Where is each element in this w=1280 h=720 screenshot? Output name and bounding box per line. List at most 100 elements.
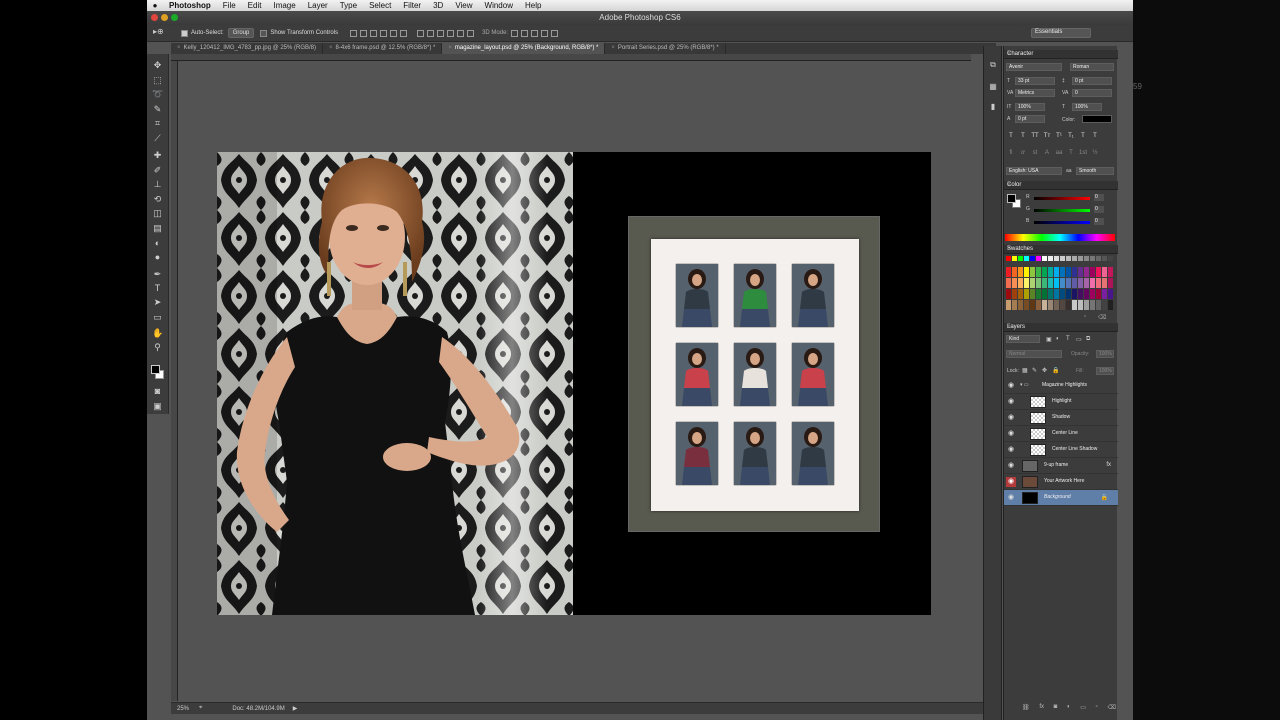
color-swatch[interactable]: [1036, 256, 1041, 261]
color-swatch[interactable]: [1042, 289, 1047, 299]
kerning-input[interactable]: Metrics: [1015, 89, 1055, 97]
color-swatch[interactable]: [1042, 256, 1047, 261]
filter-pixel-icon[interactable]: ▣: [1046, 336, 1052, 343]
swatches-panel-tab[interactable]: Swatches ≡: [1004, 245, 1118, 254]
clone-stamp-tool-icon[interactable]: ⊥: [152, 179, 163, 190]
small-caps-icon[interactable]: Tт: [1042, 133, 1052, 142]
align-bottom-icon[interactable]: [370, 29, 378, 37]
type-tool-icon[interactable]: T: [152, 283, 163, 294]
color-swatch[interactable]: [1084, 256, 1089, 261]
filter-smart-object-icon[interactable]: ⧉: [1086, 336, 1090, 343]
screen-mode-icon[interactable]: ▣: [152, 401, 163, 412]
layer-filter-kind-select[interactable]: Kind: [1006, 335, 1040, 343]
menu-photoshop[interactable]: Photoshop: [163, 1, 217, 10]
alternates-icon[interactable]: A: [1042, 150, 1052, 159]
menu-image[interactable]: Image: [267, 1, 301, 10]
color-swatch[interactable]: [1102, 267, 1107, 277]
horizontal-ruler[interactable]: [171, 54, 971, 61]
color-swatch[interactable]: [1036, 267, 1041, 277]
crop-tool-icon[interactable]: ⌗: [152, 118, 163, 129]
document-canvas[interactable]: [217, 152, 931, 615]
hand-tool-icon[interactable]: ✋: [152, 328, 163, 339]
color-swatch[interactable]: [1096, 300, 1101, 310]
color-swatch[interactable]: [1006, 267, 1011, 277]
baseline-shift-input[interactable]: 0 pt: [1015, 115, 1045, 123]
color-swatch[interactable]: [1078, 289, 1083, 299]
color-swatch[interactable]: [1108, 256, 1113, 261]
tab-frame[interactable]: × 8-4x6 frame.psd @ 12.5% (RGB/8*) *: [323, 43, 443, 54]
color-swatch[interactable]: [1036, 278, 1041, 288]
lasso-tool-icon[interactable]: ➰: [152, 89, 163, 100]
marquee-tool-icon[interactable]: ⬚: [152, 75, 163, 86]
color-swatch[interactable]: [1108, 278, 1113, 288]
vertical-scale-input[interactable]: 100%: [1015, 103, 1045, 111]
color-swatch[interactable]: [1060, 267, 1065, 277]
align-left-icon[interactable]: [380, 29, 388, 37]
swash-icon[interactable]: st: [1030, 150, 1040, 159]
distribute-left-icon[interactable]: [447, 29, 455, 37]
subscript-icon[interactable]: T₁: [1066, 133, 1076, 142]
zoom-level[interactable]: 25%: [171, 706, 199, 712]
workspace-switcher[interactable]: Essentials: [1031, 28, 1091, 38]
color-swatch[interactable]: [1054, 278, 1059, 288]
color-swatch[interactable]: [1096, 289, 1101, 299]
menu-help[interactable]: Help: [519, 1, 547, 10]
filter-type-icon[interactable]: T: [1066, 336, 1070, 342]
color-swatch[interactable]: [1102, 278, 1107, 288]
layer-9-up-frame[interactable]: ◉ 9-up frame fx: [1004, 458, 1118, 474]
panel-menu-icon[interactable]: ≡: [1007, 245, 1115, 251]
anti-alias-select[interactable]: Smooth: [1076, 167, 1114, 175]
red-slider-track[interactable]: [1034, 197, 1090, 200]
color-swatch[interactable]: [1012, 267, 1017, 277]
color-swatch[interactable]: [1012, 256, 1017, 261]
properties-panel-icon[interactable]: ▦: [988, 82, 998, 92]
tab-magazine-layout[interactable]: × magazine_layout.psd @ 25% (Background, …: [442, 43, 606, 54]
language-select[interactable]: English: USA: [1006, 167, 1062, 175]
color-swatch[interactable]: [1048, 267, 1053, 277]
color-swatch[interactable]: [1072, 278, 1077, 288]
new-layer-icon[interactable]: ▫: [1096, 704, 1098, 711]
color-swatch[interactable]: [1084, 267, 1089, 277]
layer-center-line-shadow[interactable]: ◉ Center Line Shadow: [1004, 442, 1118, 458]
brush-panel-icon[interactable]: ▮: [988, 102, 998, 112]
color-swatch[interactable]: [1090, 289, 1095, 299]
layer-shadow[interactable]: ◉ Shadow: [1004, 410, 1118, 426]
shape-tool-icon[interactable]: ▭: [152, 312, 163, 323]
menu-type[interactable]: Type: [334, 1, 363, 10]
layers-panel-tab[interactable]: Layers ≡: [1004, 323, 1118, 332]
distribute-top-icon[interactable]: [417, 29, 425, 37]
zoom-tool-icon[interactable]: ⚲: [152, 342, 163, 353]
adjustment-layer-icon[interactable]: ◐: [1067, 704, 1071, 711]
color-swatch[interactable]: [1018, 278, 1023, 288]
color-swatch[interactable]: [1054, 300, 1059, 310]
distribute-right-icon[interactable]: [467, 29, 475, 37]
history-panel-icon[interactable]: ⧉: [988, 60, 998, 70]
menu-filter[interactable]: Filter: [397, 1, 427, 10]
eraser-tool-icon[interactable]: ◫: [152, 208, 163, 219]
color-swatch[interactable]: [1054, 289, 1059, 299]
close-tab-icon[interactable]: ×: [611, 45, 615, 51]
align-vcenter-icon[interactable]: [360, 29, 368, 37]
filter-adjustment-icon[interactable]: ◐: [1056, 336, 1060, 342]
ligatures-icon[interactable]: fi: [1006, 150, 1016, 159]
color-swatch[interactable]: [1108, 289, 1113, 299]
color-swatch[interactable]: [1054, 267, 1059, 277]
color-swatch[interactable]: [1090, 256, 1095, 261]
color-swatch[interactable]: [1024, 267, 1029, 277]
visibility-eye-icon[interactable]: ◉: [1006, 381, 1016, 391]
strikethrough-icon[interactable]: T: [1090, 133, 1100, 142]
auto-select-checkbox[interactable]: [181, 29, 188, 37]
color-swatch[interactable]: [1072, 267, 1077, 277]
close-tab-icon[interactable]: ×: [448, 45, 452, 51]
green-input[interactable]: 0: [1094, 206, 1104, 213]
color-swatch[interactable]: [1090, 278, 1095, 288]
underline-icon[interactable]: T: [1078, 133, 1088, 142]
status-menu-arrow-icon[interactable]: ▶: [293, 705, 298, 712]
visibility-eye-icon[interactable]: ◉: [1006, 445, 1016, 455]
layer-your-artwork-here[interactable]: ◉ Your Artwork Here: [1004, 474, 1118, 490]
gradient-tool-icon[interactable]: ▤: [152, 223, 163, 234]
visibility-eye-icon[interactable]: ◉: [1006, 397, 1016, 407]
color-swatch[interactable]: [1012, 289, 1017, 299]
color-swatch[interactable]: [1030, 256, 1035, 261]
color-swatch[interactable]: [1024, 256, 1029, 261]
